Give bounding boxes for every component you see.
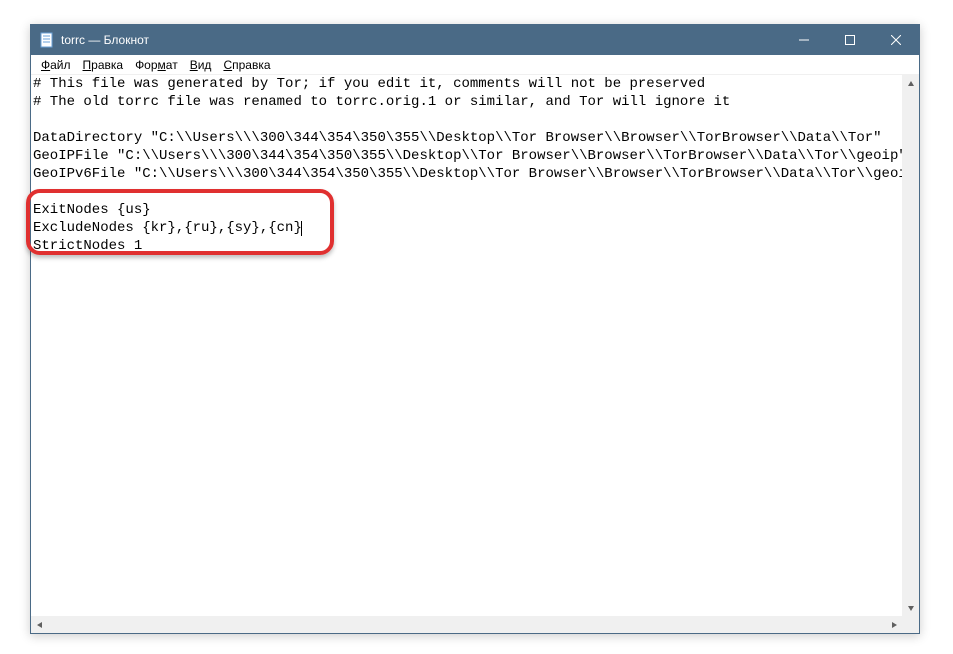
scroll-corner	[902, 616, 919, 633]
text-editor[interactable]: # This file was generated by Tor; if you…	[31, 75, 902, 616]
close-button[interactable]	[873, 25, 919, 55]
notepad-icon	[39, 32, 55, 48]
window-controls	[781, 25, 919, 55]
scroll-track-horizontal[interactable]	[48, 616, 885, 633]
maximize-button[interactable]	[827, 25, 873, 55]
menu-view[interactable]: Вид	[184, 57, 218, 73]
titlebar[interactable]: torrc — Блокнот	[31, 25, 919, 55]
horizontal-scrollbar[interactable]	[31, 616, 902, 633]
scroll-left-button[interactable]	[31, 616, 48, 633]
menubar: Файл Правка Формат Вид Справка	[31, 55, 919, 75]
menu-format[interactable]: Формат	[129, 57, 184, 73]
minimize-button[interactable]	[781, 25, 827, 55]
scroll-track-vertical[interactable]	[902, 92, 919, 599]
scroll-down-button[interactable]	[902, 599, 919, 616]
vertical-scrollbar[interactable]	[902, 75, 919, 616]
editor-area: # This file was generated by Tor; if you…	[31, 75, 919, 633]
menu-file[interactable]: Файл	[35, 57, 77, 73]
window-title: torrc — Блокнот	[61, 33, 149, 47]
menu-help[interactable]: Справка	[217, 57, 276, 73]
scroll-right-button[interactable]	[885, 616, 902, 633]
menu-edit[interactable]: Правка	[77, 57, 130, 73]
notepad-window: torrc — Блокнот Файл Правка Формат Вид С…	[30, 24, 920, 634]
scroll-up-button[interactable]	[902, 75, 919, 92]
